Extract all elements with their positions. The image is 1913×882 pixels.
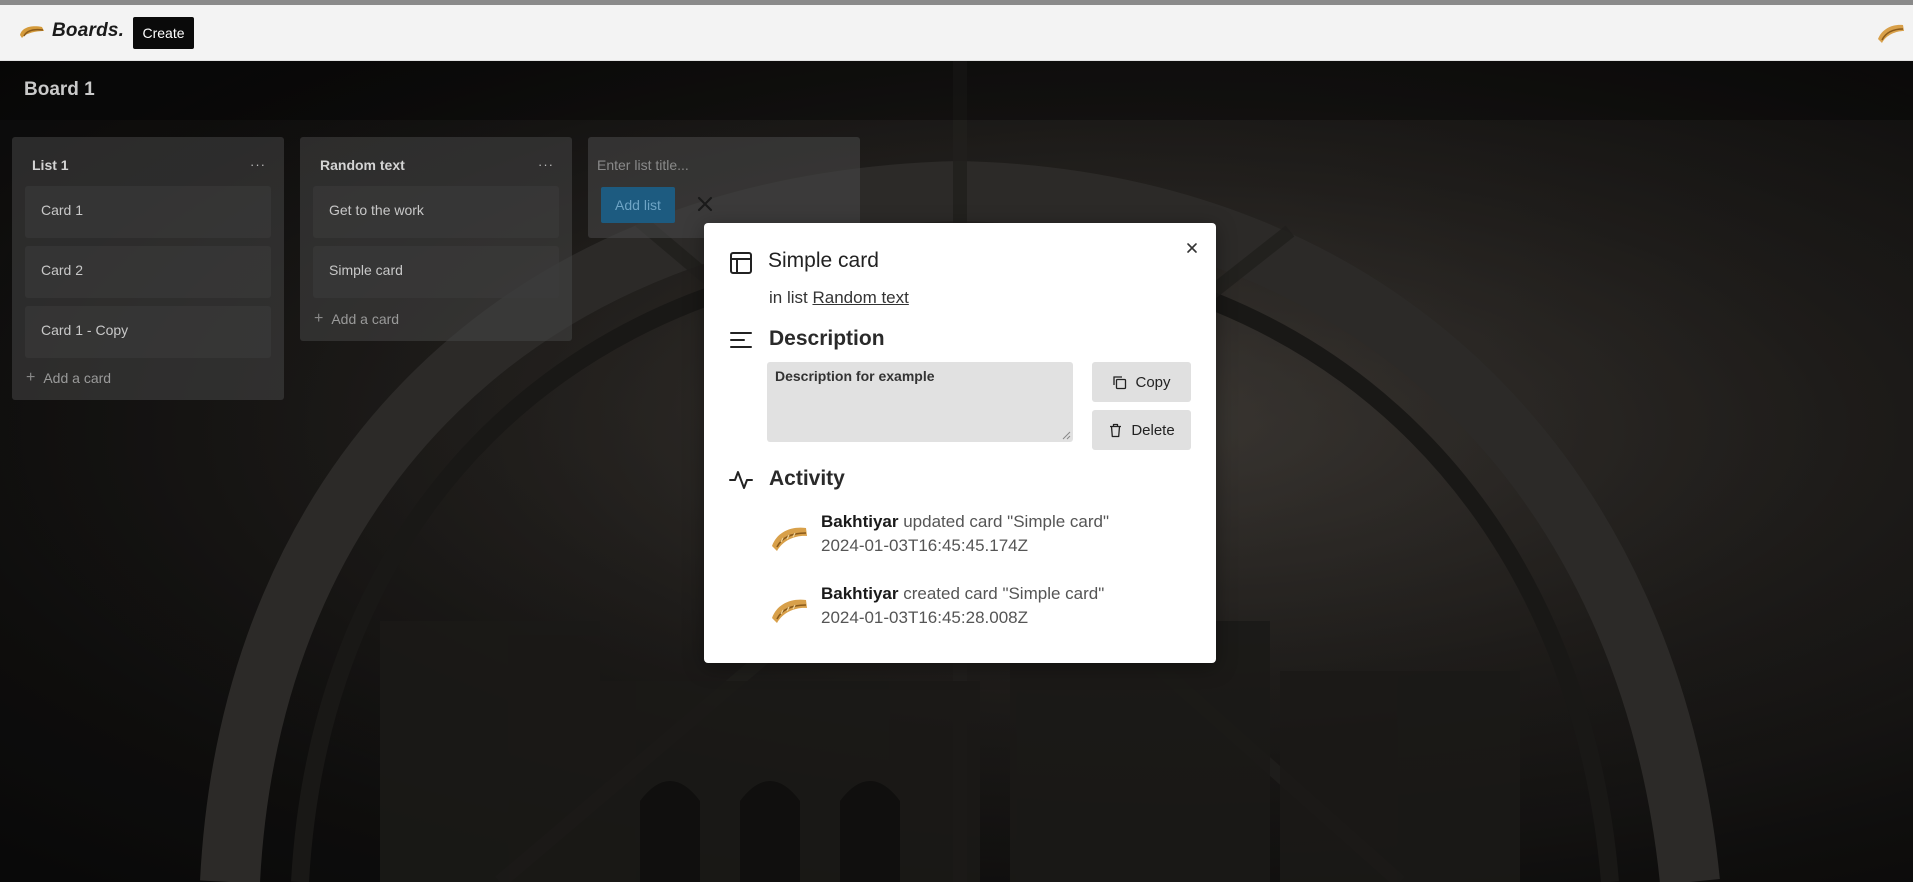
create-button[interactable]: Create: [133, 17, 194, 49]
list-link[interactable]: Random text: [812, 288, 908, 307]
resize-handle-icon[interactable]: [1061, 430, 1071, 440]
trash-icon: [1110, 423, 1122, 437]
list-title[interactable]: List 1: [32, 157, 69, 173]
activity-heading: Activity: [769, 467, 845, 490]
card[interactable]: Card 1: [25, 186, 271, 238]
bread-logo-icon: [20, 26, 44, 38]
activity-user: Bakhtiyar: [821, 512, 899, 531]
list-menu-button[interactable]: ···: [250, 157, 266, 172]
add-card-button[interactable]: + Add a card: [26, 369, 111, 387]
board-title[interactable]: Board 1: [24, 79, 95, 101]
activity-timestamp: 2024-01-03T16:45:28.008Z: [821, 608, 1028, 627]
close-icon[interactable]: [1185, 241, 1199, 255]
activity-text: Bakhtiyar updated card "Simple card" 202…: [821, 510, 1109, 558]
add-card-label: Add a card: [43, 370, 112, 386]
plus-icon: +: [26, 369, 36, 386]
activity-text: Bakhtiyar created card "Simple card" 202…: [821, 582, 1104, 630]
delete-label: Delete: [1131, 421, 1175, 439]
list-title-input[interactable]: [597, 151, 847, 179]
copy-button[interactable]: Copy: [1092, 362, 1191, 402]
add-card-label: Add a card: [331, 311, 400, 327]
card-list-info: in list Random text: [769, 288, 909, 308]
card-modal: Simple card in list Random text Descript…: [704, 223, 1216, 663]
add-list-button[interactable]: Add list: [601, 187, 675, 223]
navbar: Boards. Create: [0, 5, 1913, 61]
copy-label: Copy: [1135, 373, 1171, 391]
description-input[interactable]: [767, 362, 1073, 442]
app-logo-text: Boards.: [52, 20, 125, 41]
plus-icon: +: [314, 310, 324, 327]
activity-action: updated card "Simple card": [903, 512, 1110, 531]
card[interactable]: Get to the work: [313, 186, 559, 238]
card[interactable]: Card 2: [25, 246, 271, 298]
activity-action: created card "Simple card": [903, 584, 1105, 603]
close-icon[interactable]: [692, 191, 718, 217]
user-avatar: [772, 599, 807, 623]
card-layout-icon: [730, 252, 752, 274]
activity-entry: Bakhtiyar created card "Simple card" 202…: [769, 582, 1189, 632]
card[interactable]: Card 1 - Copy: [25, 306, 271, 358]
text-align-left-icon: [730, 332, 752, 348]
copy-icon: [1113, 375, 1127, 389]
board-header: Board 1: [0, 61, 1913, 120]
list-title[interactable]: Random text: [320, 157, 405, 173]
app-logo[interactable]: Boards.: [18, 20, 124, 42]
list-menu-button[interactable]: ···: [538, 157, 554, 172]
list-column: List 1 ··· Card 1 Card 2 Card 1 - Copy +…: [12, 137, 284, 400]
activity-icon: [729, 471, 753, 489]
description-heading: Description: [769, 327, 885, 350]
activity-user: Bakhtiyar: [821, 584, 899, 603]
list-column: Random text ··· Get to the work Simple c…: [300, 137, 572, 341]
add-card-button[interactable]: + Add a card: [314, 310, 399, 328]
card-title[interactable]: Simple card: [768, 249, 879, 273]
in-list-prefix: in list: [769, 288, 808, 307]
card[interactable]: Simple card: [313, 246, 559, 298]
user-avatar: [772, 527, 807, 551]
activity-entry: Bakhtiyar updated card "Simple card" 202…: [769, 510, 1189, 560]
user-avatar[interactable]: [1876, 21, 1906, 45]
delete-button[interactable]: Delete: [1092, 410, 1191, 450]
activity-timestamp: 2024-01-03T16:45:45.174Z: [821, 536, 1028, 555]
